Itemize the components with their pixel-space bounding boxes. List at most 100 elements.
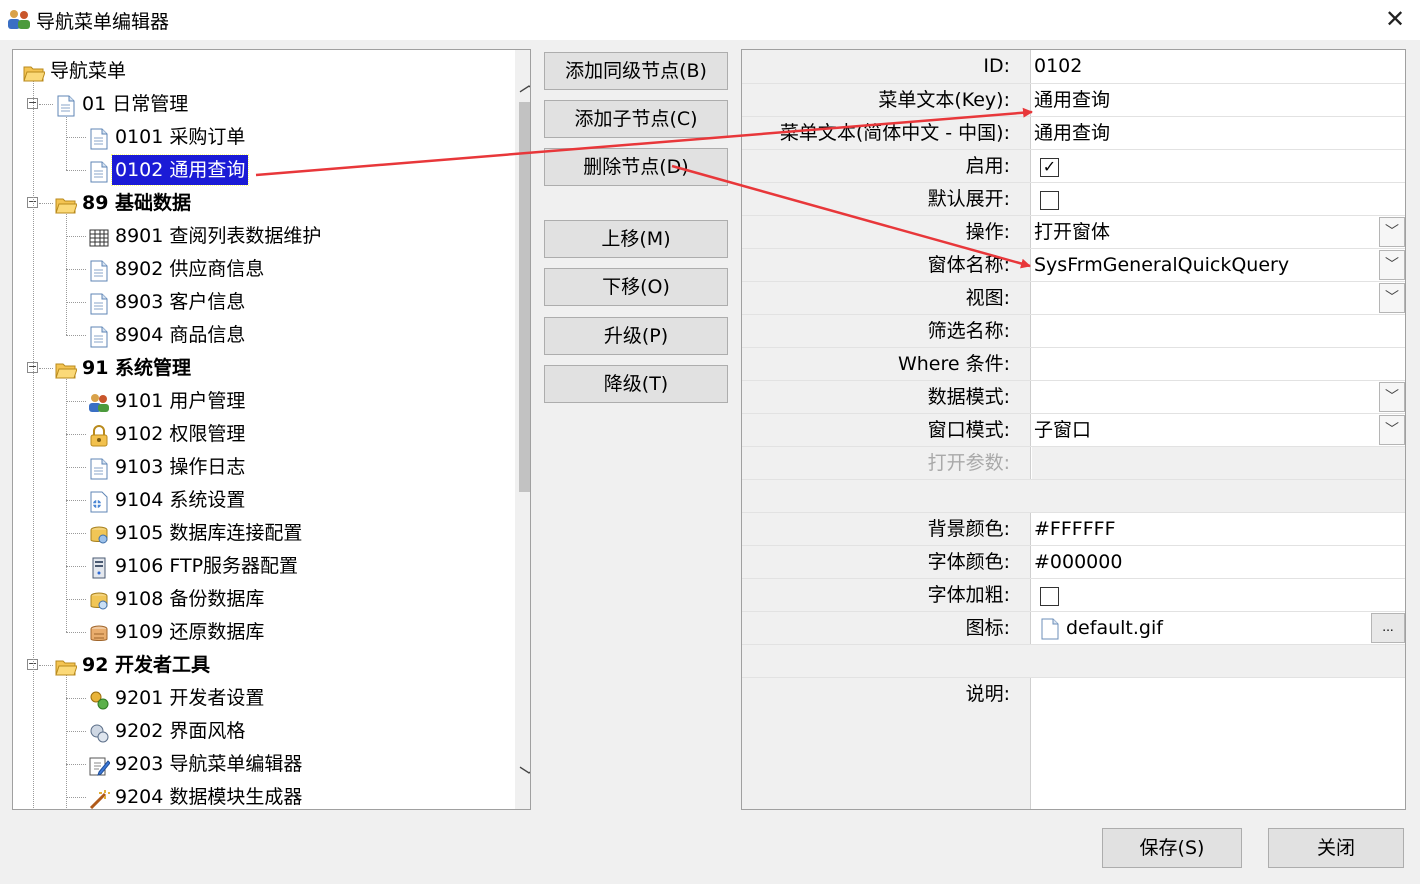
prop-label: 背景颜色: [742,513,1031,545]
close-icon: ✕ [1384,5,1406,33]
tree-node[interactable]: 9102 权限管理 [13,419,513,451]
document-icon [1041,618,1059,640]
tree-node-label: 9202 界面风格 [115,720,246,742]
promote-button[interactable]: 升级(P) [544,317,728,355]
tree-node-label: 01 日常管理 [82,93,189,115]
close-window-button[interactable]: ✕ [1372,4,1418,36]
tree-node[interactable]: 9204 数据模块生成器 [13,782,513,809]
select-value: SysFrmGeneralQuickQuery [1034,254,1290,276]
operation-select[interactable]: 打开窗体 ﹀ [1032,216,1405,248]
icon-field[interactable]: default.gif ... [1032,612,1405,644]
developer-settings-icon [90,691,109,710]
default-expand-checkbox[interactable] [1040,191,1059,210]
document-icon [90,128,108,150]
tree-node-label: 9105 数据库连接配置 [115,522,303,544]
prop-row-default-expand: 默认展开: [742,183,1405,216]
description-field[interactable] [1032,678,1405,809]
prop-label: 图标: [742,612,1031,644]
prop-row-description: 说明: [742,678,1405,809]
menu-text-zh-field[interactable]: 通用查询 [1032,117,1405,149]
tree-node[interactable]: 92 开发者工具 [13,650,513,682]
save-button[interactable]: 保存(S) [1102,828,1242,868]
tree-node[interactable]: 9108 备份数据库 [13,584,513,616]
tree-node-label: 9103 操作日志 [115,456,246,478]
tree-node-label: 8904 商品信息 [115,324,246,346]
chevron-down-icon[interactable]: ﹀ [1379,250,1405,280]
view-select[interactable]: ﹀ [1032,282,1405,314]
tree-node[interactable]: 8903 客户信息 [13,287,513,319]
scroll-down-icon[interactable]: ﹀ [515,756,530,796]
chevron-down-icon[interactable]: ﹀ [1379,283,1405,313]
tree-node[interactable]: 8901 查阅列表数据维护 [13,221,513,253]
data-mode-select[interactable]: ﹀ [1032,381,1405,413]
tree-node[interactable]: 8902 供应商信息 [13,254,513,286]
tree-node-label: 0102 通用查询 [110,154,250,186]
tree-node[interactable]: 9202 界面风格 [13,716,513,748]
document-icon [90,326,108,348]
open-params-field [1032,447,1405,479]
grid-icon [89,229,109,247]
prop-label: ID: [742,50,1031,83]
chevron-down-icon[interactable]: ﹀ [1379,415,1405,445]
tree-node[interactable]: 91 系统管理 [13,353,513,385]
prop-row-filter-name: 筛选名称: [742,315,1405,348]
tree-scrollbar[interactable]: ︿ ﹀ [515,50,530,809]
tree-node[interactable]: 9106 FTP服务器配置 [13,551,513,583]
prop-row-operation: 操作: 打开窗体 ﹀ [742,216,1405,249]
tree-node[interactable]: 9105 数据库连接配置 [13,518,513,550]
document-icon [57,95,75,117]
tree-node-label: 92 开发者工具 [82,654,211,676]
database-restore-icon [90,625,108,641]
navigation-tree[interactable]: − − − − 导航菜单 01 日常管理 0101 采购订单 0102 通用查询 89 基础数… [12,49,531,810]
tree-node[interactable]: 9201 开发者设置 [13,683,513,715]
folder-open-icon [55,363,77,379]
tree-node[interactable]: 89 基础数据 [13,188,513,220]
chevron-down-icon[interactable]: ﹀ [1379,217,1405,247]
tree-node[interactable]: 9104 系统设置 [13,485,513,517]
delete-node-button[interactable]: 删除节点(D) [544,148,728,186]
bg-color-field[interactable]: #FFFFFF [1032,513,1405,545]
form-name-select[interactable]: SysFrmGeneralQuickQuery ﹀ [1032,249,1405,281]
tree-node[interactable]: 9203 导航菜单编辑器 [13,749,513,781]
prop-row-view: 视图: ﹀ [742,282,1405,315]
id-field[interactable]: 0102 [1032,50,1405,83]
browse-icon-button[interactable]: ... [1371,613,1405,643]
where-field[interactable] [1032,348,1405,380]
prop-row-bg-color: 背景颜色: #FFFFFF [742,513,1405,546]
scroll-up-icon[interactable]: ︿ [515,64,530,104]
demote-button[interactable]: 降级(T) [544,365,728,403]
property-section-divider [742,645,1405,678]
title-bar: 导航菜单编辑器 ✕ [0,0,1420,40]
prop-row-enabled: 启用: ✓ [742,150,1405,183]
folder-open-icon [55,660,77,676]
font-bold-checkbox[interactable] [1040,587,1059,606]
icon-file-name: default.gif [1066,617,1163,639]
tree-node[interactable]: 导航菜单 [13,56,513,88]
close-button[interactable]: 关闭 [1268,828,1404,868]
enabled-checkbox[interactable]: ✓ [1040,158,1059,177]
tree-node[interactable]: 0102 通用查询 [13,154,513,187]
scrollbar-thumb[interactable] [519,102,530,492]
tree-node[interactable]: 9103 操作日志 [13,452,513,484]
tree-node-label: 9108 备份数据库 [115,588,265,610]
add-sibling-node-button[interactable]: 添加同级节点(B) [544,52,728,90]
move-up-button[interactable]: 上移(M) [544,220,728,258]
tree-node[interactable]: 01 日常管理 [13,89,513,121]
add-child-node-button[interactable]: 添加子节点(C) [544,100,728,138]
tree-node[interactable]: 8904 商品信息 [13,320,513,352]
prop-row-where: Where 条件: [742,348,1405,381]
prop-row-menu-text-zh: 菜单文本(简体中文 - 中国): 通用查询 [742,117,1405,150]
font-color-field[interactable]: #000000 [1032,546,1405,578]
menu-text-key-field[interactable]: 通用查询 [1032,84,1405,116]
tree-node-label: 89 基础数据 [82,192,192,214]
style-icon [90,724,109,743]
tree-node[interactable]: 9101 用户管理 [13,386,513,418]
chevron-down-icon[interactable]: ﹀ [1379,382,1405,412]
window-mode-select[interactable]: 子窗口 ﹀ [1032,414,1405,446]
tree-node[interactable]: 9109 还原数据库 [13,617,513,649]
tree-node[interactable]: 0101 采购订单 [13,122,513,154]
move-down-button[interactable]: 下移(O) [544,268,728,306]
prop-label: 筛选名称: [742,315,1031,347]
filter-name-field[interactable] [1032,315,1405,347]
tree-node-label: 9106 FTP服务器配置 [115,555,299,577]
